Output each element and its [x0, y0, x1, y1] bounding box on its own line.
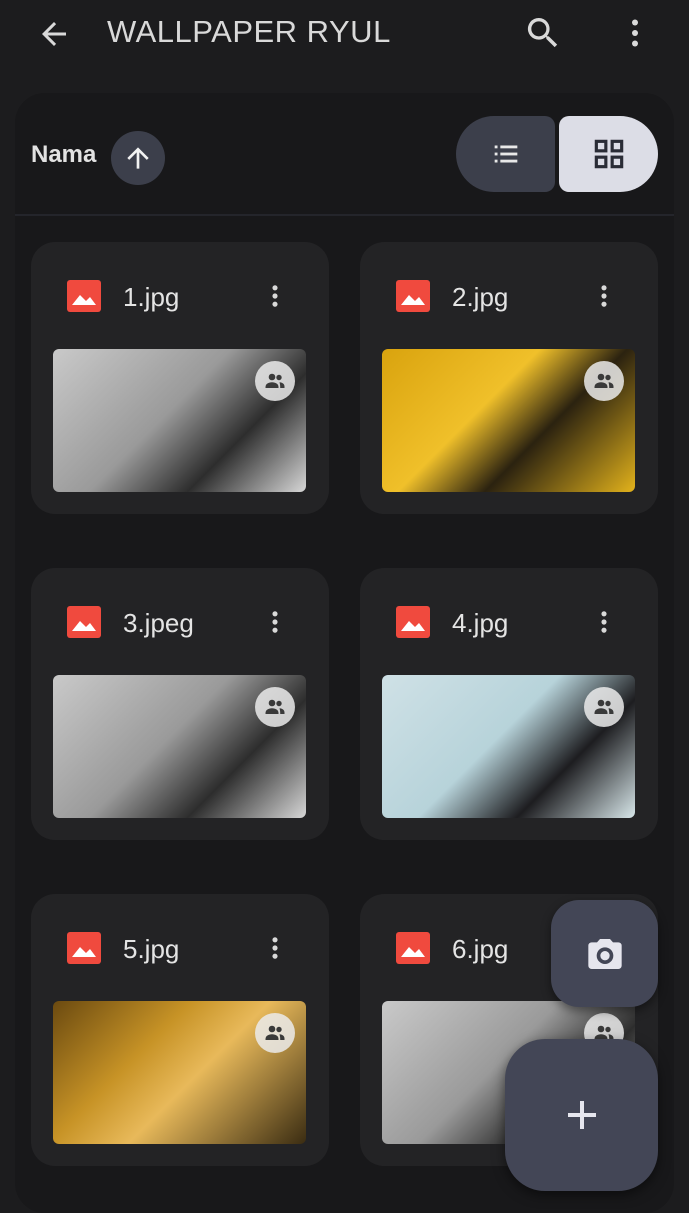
add-fab[interactable]	[505, 1039, 658, 1191]
more-vert-icon	[601, 285, 607, 307]
image-file-icon	[67, 932, 101, 964]
image-file-icon	[396, 280, 430, 312]
file-name: 6.jpg	[452, 934, 509, 964]
more-vert-icon	[601, 611, 607, 633]
file-card[interactable]: 3.jpeg	[31, 568, 329, 840]
list-view-toggle[interactable]	[456, 116, 555, 192]
image-file-icon	[67, 606, 101, 638]
sort-bar: Nama	[15, 93, 674, 215]
grid-icon	[594, 139, 623, 169]
list-icon	[494, 145, 517, 163]
more-vert-icon	[272, 611, 278, 633]
people-icon	[594, 373, 614, 388]
search-icon	[527, 18, 558, 48]
image-file-icon	[67, 280, 101, 312]
more-vert-icon	[632, 19, 638, 47]
sort-direction-button[interactable]	[111, 131, 165, 185]
file-card[interactable]: 2.jpg	[360, 242, 658, 514]
image-file-icon	[396, 932, 430, 964]
grid-view-toggle[interactable]	[559, 116, 658, 192]
file-options-button[interactable]	[590, 600, 618, 644]
file-options-button[interactable]	[261, 600, 289, 644]
people-icon	[265, 699, 285, 714]
shared-badge	[584, 361, 624, 401]
shared-badge	[584, 687, 624, 727]
divider	[15, 214, 674, 216]
back-button[interactable]	[34, 14, 74, 54]
search-button[interactable]	[522, 12, 564, 54]
camera-icon	[587, 938, 622, 969]
arrow-back-icon	[42, 22, 66, 46]
file-card[interactable]: 5.jpg	[31, 894, 329, 1166]
arrow-upward-icon	[127, 147, 149, 169]
file-options-button[interactable]	[261, 274, 289, 318]
camera-fab[interactable]	[551, 900, 658, 1007]
shared-badge	[255, 1013, 295, 1053]
file-card[interactable]: 1.jpg	[31, 242, 329, 514]
file-name: 4.jpg	[452, 608, 509, 638]
file-options-button[interactable]	[590, 274, 618, 318]
people-icon	[594, 699, 614, 714]
file-name: 1.jpg	[123, 282, 180, 312]
people-icon	[265, 373, 285, 388]
more-options-button[interactable]	[615, 12, 655, 54]
add-icon	[567, 1101, 596, 1129]
file-name: 5.jpg	[123, 934, 180, 964]
page-title: WALLPAPER RYUL	[107, 14, 391, 49]
top-app-bar: WALLPAPER RYUL	[0, 0, 689, 66]
sort-label[interactable]: Nama	[31, 141, 96, 169]
file-name: 3.jpeg	[123, 608, 194, 638]
shared-badge	[255, 687, 295, 727]
people-icon	[265, 1025, 285, 1040]
file-name: 2.jpg	[452, 282, 509, 312]
image-file-icon	[396, 606, 430, 638]
more-vert-icon	[272, 937, 278, 959]
file-card[interactable]: 4.jpg	[360, 568, 658, 840]
shared-badge	[255, 361, 295, 401]
file-options-button[interactable]	[261, 926, 289, 970]
more-vert-icon	[272, 285, 278, 307]
